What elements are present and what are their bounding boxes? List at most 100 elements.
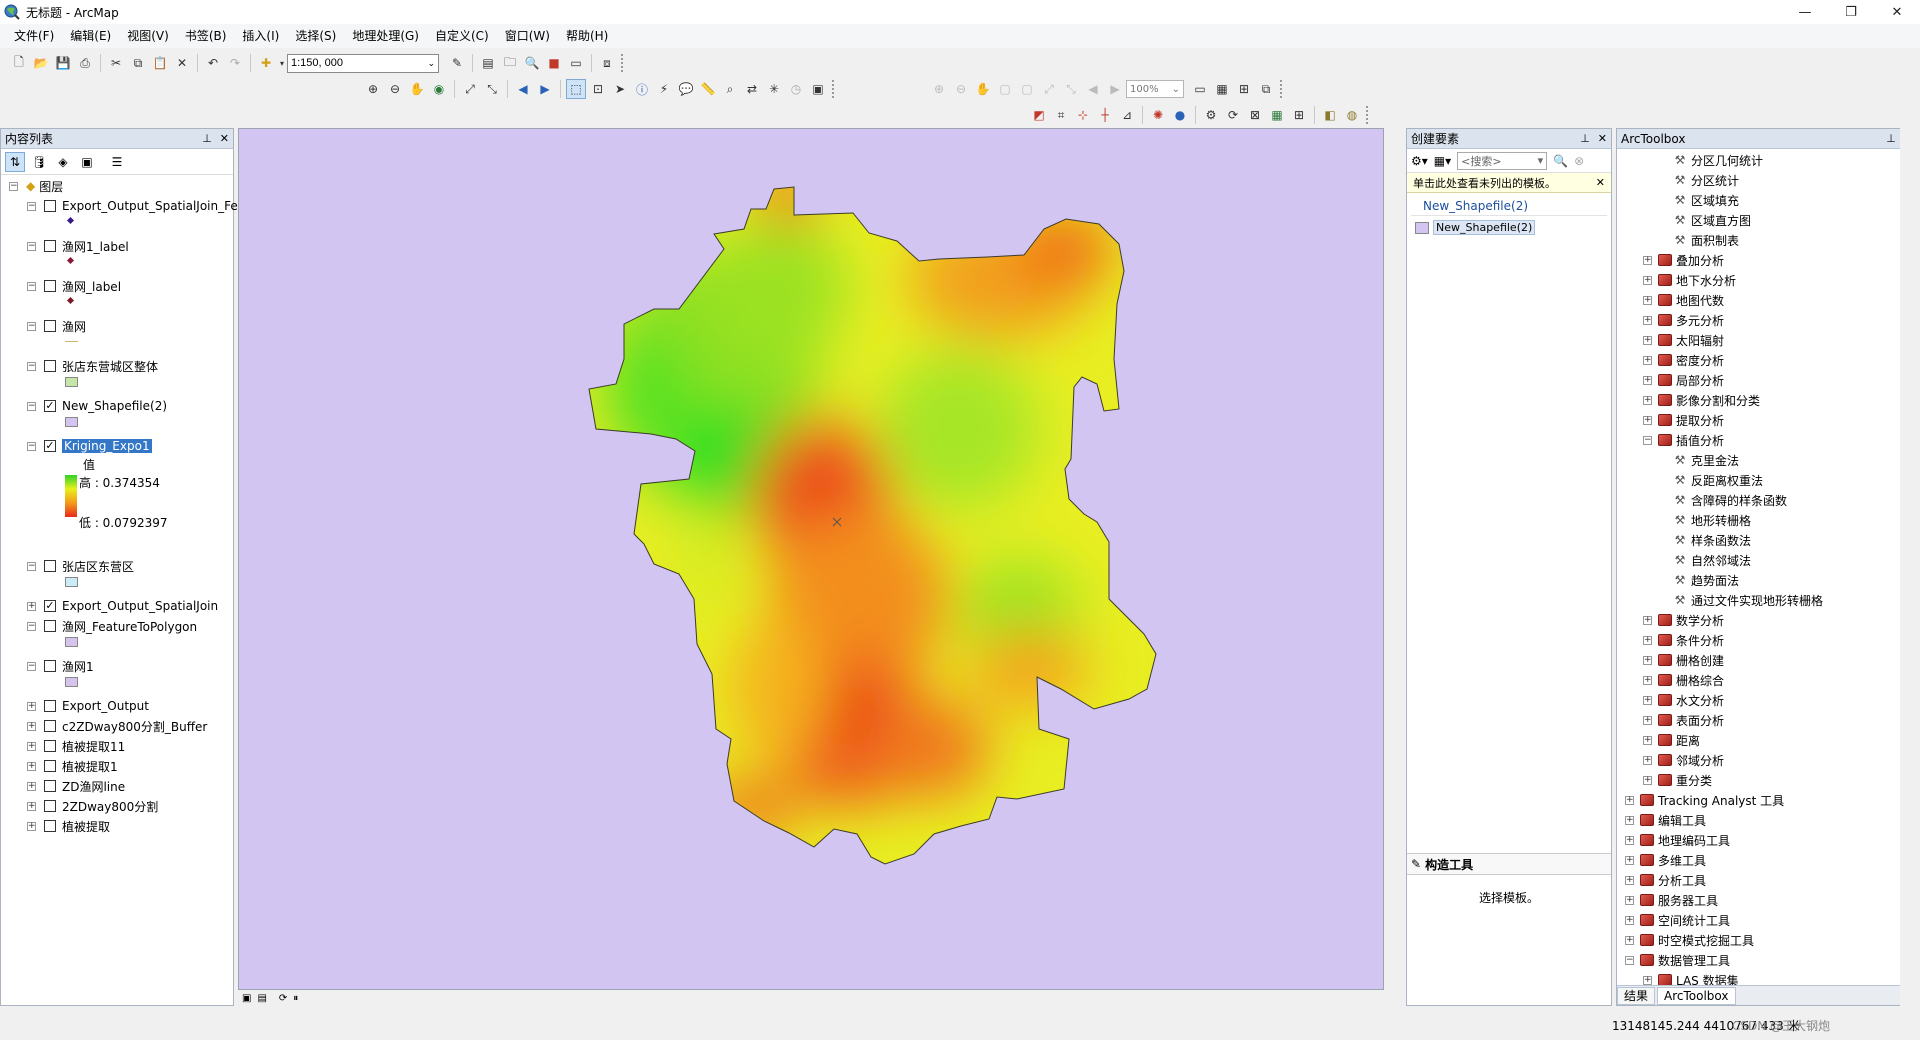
close-icon[interactable]: ✕ — [220, 132, 229, 145]
fill-symbol-icon[interactable] — [65, 377, 78, 387]
expand-icon[interactable]: + — [27, 721, 36, 731]
expand-icon[interactable]: + — [1625, 875, 1634, 885]
toolbox-item[interactable]: + 服务器工具 — [1625, 891, 1718, 909]
table-of-contents-icon[interactable]: ▤ — [478, 53, 498, 73]
layout-zoom-out-icon[interactable]: ⊖ — [951, 79, 971, 99]
python-window-icon[interactable]: ▭ — [566, 53, 586, 73]
select-features-icon[interactable]: ⬚ — [566, 79, 586, 99]
collapse-icon[interactable]: − — [1643, 435, 1652, 445]
layout-zoom-combo[interactable]: 100% ⌄ — [1126, 80, 1184, 98]
search-window-icon[interactable]: 🔍 — [522, 53, 542, 73]
unlisted-templates-banner[interactable]: 单击此处查看未列出的模板。 ✕ — [1407, 173, 1611, 193]
collapse-icon[interactable]: − — [27, 201, 36, 211]
minimize-button[interactable]: — — [1782, 0, 1828, 24]
toolset-item[interactable]: + 局部分析 — [1643, 371, 1724, 389]
expand-icon[interactable]: + — [1625, 815, 1634, 825]
layer-row[interactable]: − 渔网_label — [27, 277, 121, 295]
fill-symbol-icon[interactable] — [65, 677, 78, 687]
layer-name[interactable]: 张店东营城区整体 — [62, 358, 158, 375]
expand-icon[interactable]: + — [27, 821, 36, 831]
map-view[interactable] — [238, 128, 1384, 990]
pan-hand-icon[interactable]: ✋ — [407, 79, 427, 99]
layers-root[interactable]: − ◆ 图层 — [9, 177, 63, 195]
line-symbol-icon[interactable] — [65, 341, 78, 342]
save-icon[interactable]: 💾 — [53, 53, 73, 73]
layer-row[interactable]: +2ZDway800分割 — [27, 797, 158, 815]
layer-row[interactable]: − Export_Output_SpatialJoin_Fe — [27, 197, 238, 215]
fixed-zoom-in-icon[interactable]: ⤢ — [460, 79, 480, 99]
tab-results[interactable]: 结果 — [1617, 986, 1656, 1005]
find-route-icon[interactable]: ⇄ — [742, 79, 762, 99]
kriging-raster-map[interactable] — [239, 129, 1384, 990]
zoom-100-icon[interactable]: ▢ — [1017, 79, 1037, 99]
toolbar-grip[interactable] — [1280, 80, 1284, 98]
fishnet-icon[interactable]: ⊞ — [1289, 105, 1309, 125]
expand-icon[interactable]: + — [1643, 355, 1652, 365]
menu-customize[interactable]: 自定义(C) — [427, 24, 497, 48]
layer-row[interactable]: − ✓ New_Shapefile(2) — [27, 397, 167, 415]
next-extent-layout-icon[interactable]: ▶ — [1105, 79, 1125, 99]
redo-icon[interactable]: ↷ — [225, 53, 245, 73]
menu-view[interactable]: 视图(V) — [119, 24, 177, 48]
layer-visibility-checkbox[interactable] — [44, 720, 56, 732]
layer-visibility-checkbox[interactable] — [44, 740, 56, 752]
toolbar-grip[interactable] — [832, 80, 836, 98]
toolbox-item[interactable]: + 多维工具 — [1625, 851, 1706, 869]
create-viewer-window-icon[interactable]: ▣ — [808, 79, 828, 99]
layout-view-icon[interactable]: ▤ — [257, 993, 266, 1004]
toolbox-tool-item[interactable]: ⚒ 克里金法 — [1673, 451, 1739, 469]
layer-name[interactable]: 渔网_label — [62, 278, 121, 295]
collapse-icon[interactable]: − — [27, 661, 36, 671]
layer-name[interactable]: Export_Output — [62, 699, 149, 713]
point-symbol-icon[interactable] — [66, 256, 75, 265]
layer-visibility-checkbox[interactable] — [44, 280, 56, 292]
list-by-selection-icon[interactable]: ▣ — [77, 152, 97, 172]
toolbox-tool-item[interactable]: ⚒ 面积制表 — [1673, 231, 1739, 249]
close-icon[interactable]: ✕ — [1598, 132, 1607, 145]
focus-data-frame-icon[interactable]: ▦ — [1212, 79, 1232, 99]
layer-row[interactable]: + 植被提取 — [27, 817, 110, 835]
print-icon[interactable]: ⎙ — [75, 53, 95, 73]
new-document-icon[interactable]: 🗋 — [9, 53, 29, 73]
collapse-icon[interactable]: − — [27, 281, 36, 291]
search-icon[interactable]: 🔍 — [1553, 154, 1568, 168]
list-by-visibility-icon[interactable]: ◈ — [53, 152, 73, 172]
collapse-icon[interactable]: − — [27, 441, 36, 451]
toolbox-tool-item[interactable]: ⚒ 样条函数法 — [1673, 531, 1751, 549]
options-icon[interactable]: ☰ — [107, 152, 127, 172]
collapse-icon[interactable]: − — [1625, 955, 1634, 965]
layer-name[interactable]: Export_Output_SpatialJoin — [62, 599, 218, 613]
data-view-icon[interactable]: ▣ — [242, 993, 251, 1004]
catalog-icon[interactable]: 🗀 — [500, 53, 520, 73]
layer-row[interactable]: + ZD渔网line — [27, 777, 125, 795]
topology-icon[interactable]: ⚙ — [1201, 105, 1221, 125]
go-to-xy-icon[interactable]: ✳ — [764, 79, 784, 99]
advanced-editing-icon[interactable]: ⊠ — [1245, 105, 1265, 125]
select-elements-arrow-icon[interactable]: ➤ — [610, 79, 630, 99]
layer-name[interactable]: 张店区东营区 — [62, 558, 134, 575]
layer-visibility-checkbox[interactable] — [44, 820, 56, 832]
editor-toolbar-icon[interactable]: ✎ — [447, 53, 467, 73]
toolset-item[interactable]: + 栅格创建 — [1643, 651, 1724, 669]
add-data-icon[interactable]: ✚ — [256, 53, 276, 73]
menu-file[interactable]: 文件(F) — [6, 24, 62, 48]
toolbox-tool-item[interactable]: ⚒ 区域直方图 — [1673, 211, 1751, 229]
toolbox-item[interactable]: + Tracking Analyst 工具 — [1625, 791, 1784, 809]
model-builder-icon[interactable]: ⧈ — [597, 53, 617, 73]
find-binoculars-icon[interactable]: ⌕ — [720, 79, 740, 99]
expand-icon[interactable]: + — [1643, 635, 1652, 645]
fill-symbol-icon[interactable] — [65, 637, 78, 647]
identify-icon[interactable]: ⓘ — [632, 79, 652, 99]
collapse-icon[interactable]: − — [27, 361, 36, 371]
layer-name[interactable]: c2ZDway800分割_Buffer — [62, 718, 207, 735]
color-ramp-legend[interactable] — [65, 475, 77, 517]
menu-insert[interactable]: 插入(I) — [234, 24, 287, 48]
layout-zoom-in-icon[interactable]: ⊕ — [929, 79, 949, 99]
edit-tool-icon[interactable]: ◩ — [1029, 105, 1049, 125]
expand-icon[interactable]: + — [27, 741, 36, 751]
template-search-input[interactable]: <搜索> ▾ — [1457, 151, 1548, 170]
clear-selection-icon[interactable]: ⊡ — [588, 79, 608, 99]
layer-row[interactable]: − 张店东营城区整体 — [27, 357, 158, 375]
full-extent-globe-icon[interactable]: ◉ — [429, 79, 449, 99]
expand-icon[interactable]: + — [1643, 775, 1652, 785]
